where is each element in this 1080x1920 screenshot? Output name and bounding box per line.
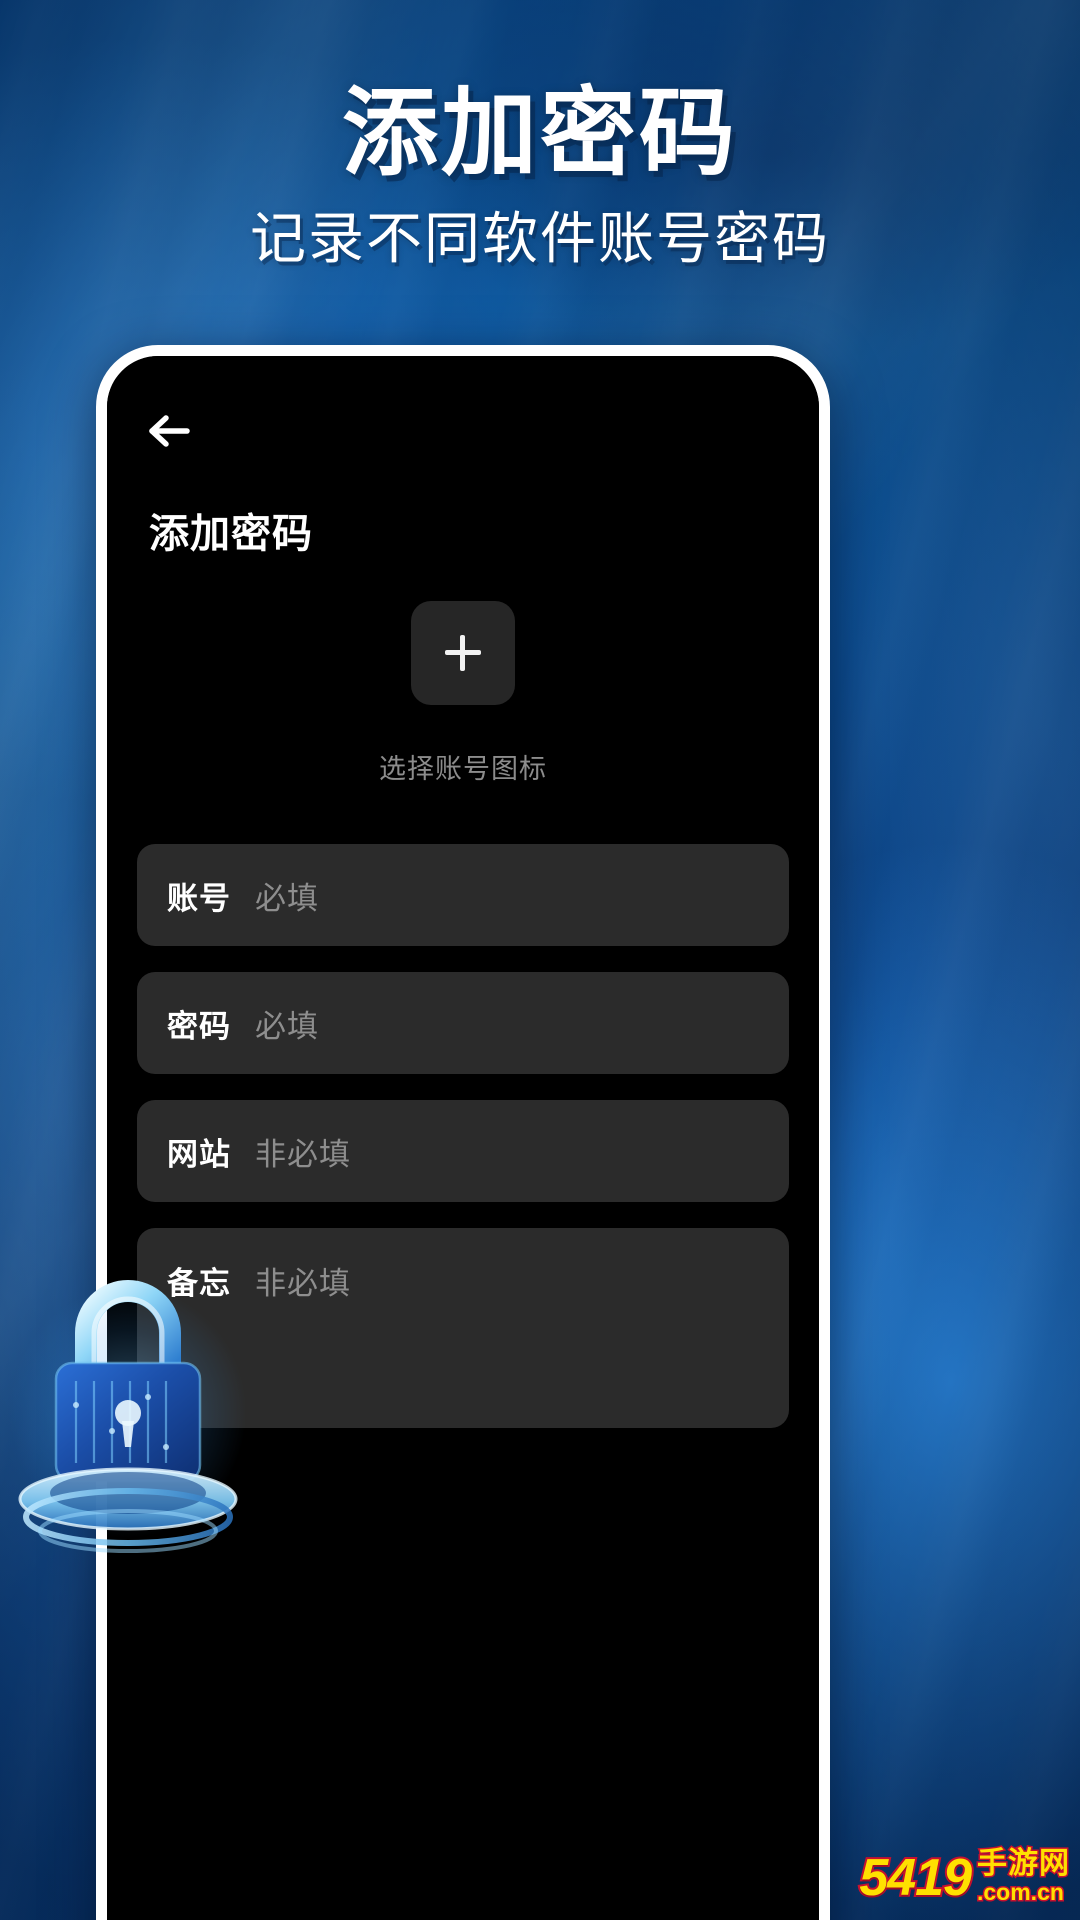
form-fields: 账号 必填 密码 必填 网站 非必填 备忘 非必填 bbox=[137, 844, 789, 1454]
field-input-password[interactable]: 必填 bbox=[255, 1001, 319, 1046]
field-row-website[interactable]: 网站 非必填 bbox=[137, 1100, 789, 1202]
field-input-account[interactable]: 必填 bbox=[255, 873, 319, 918]
watermark-text-group: 手游网 .com.cn bbox=[976, 1847, 1071, 1905]
site-watermark: 5419 手游网 .com.cn bbox=[857, 1847, 1071, 1907]
field-label-account: 账号 bbox=[167, 880, 231, 916]
field-label-password: 密码 bbox=[167, 1008, 231, 1044]
poster-headline: 添加密码 bbox=[342, 80, 738, 187]
phone-screen: 添加密码 选择账号图标 账号 必填 密码 必填 网站 非必填 备忘 非必填 bbox=[107, 356, 819, 1920]
watermark-domain: .com.cn bbox=[976, 1879, 1066, 1905]
screen-title: 添加密码 bbox=[149, 512, 313, 556]
poster-canvas: 添加密码 记录不同软件账号密码 添加密码 选择账号图标 账号 必填 密码 必填 … bbox=[0, 0, 1080, 1920]
plus-icon bbox=[445, 635, 481, 671]
field-row-note[interactable]: 备忘 非必填 bbox=[137, 1228, 789, 1428]
phone-mockup-frame: 添加密码 选择账号图标 账号 必填 密码 必填 网站 非必填 备忘 非必填 bbox=[96, 345, 830, 1920]
app-bar bbox=[107, 392, 819, 472]
back-button[interactable] bbox=[135, 398, 201, 464]
icon-picker-caption: 选择账号图标 bbox=[379, 754, 547, 784]
field-row-password[interactable]: 密码 必填 bbox=[137, 972, 789, 1074]
choose-account-icon-button[interactable] bbox=[411, 601, 515, 705]
poster-subheadline: 记录不同软件账号密码 bbox=[250, 207, 830, 270]
field-label-website: 网站 bbox=[167, 1136, 231, 1172]
icon-picker-section: 选择账号图标 bbox=[107, 601, 819, 786]
poster-headline-block: 添加密码 记录不同软件账号密码 bbox=[0, 86, 1080, 270]
watermark-number: 5419 bbox=[857, 1849, 974, 1907]
field-input-note[interactable]: 非必填 bbox=[255, 1258, 351, 1303]
field-row-account[interactable]: 账号 必填 bbox=[137, 844, 789, 946]
field-label-note: 备忘 bbox=[167, 1266, 231, 1301]
arrow-left-icon bbox=[145, 411, 191, 451]
watermark-site-name: 手游网 bbox=[976, 1847, 1071, 1880]
field-input-website[interactable]: 非必填 bbox=[255, 1129, 351, 1174]
